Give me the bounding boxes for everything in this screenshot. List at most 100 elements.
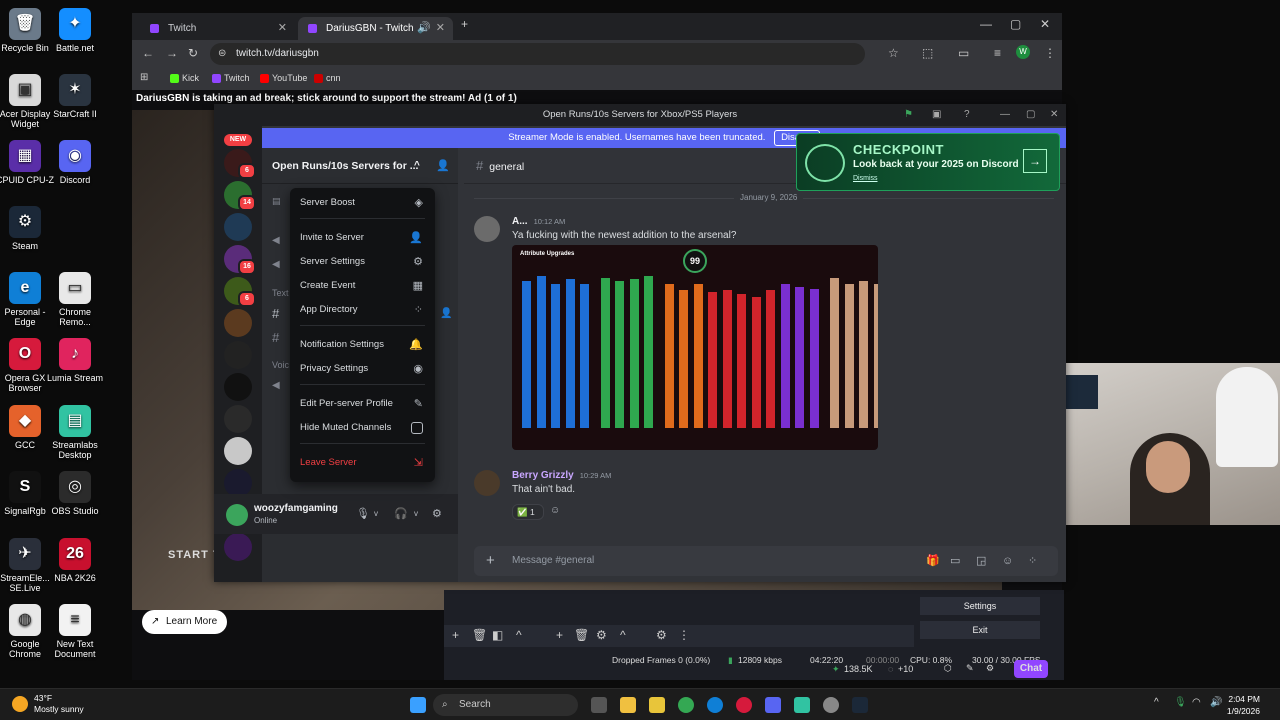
desktop-icon[interactable]: ♪ Lumia Stream (45, 338, 105, 383)
folder-icon[interactable] (649, 697, 665, 713)
extensions-icon[interactable]: ⬚ (922, 46, 933, 60)
close-tab-icon[interactable]: ✕ (278, 17, 287, 40)
desktop-icon[interactable]: ⚙ Steam (0, 206, 55, 251)
task-view-icon[interactable] (591, 697, 607, 713)
menu-item-invite-to-server[interactable]: Invite to Server 👤 (296, 227, 429, 249)
add-person-icon[interactable]: 👤 (440, 308, 452, 319)
avatar[interactable] (474, 470, 500, 496)
close-tab-icon[interactable]: ✕ (436, 17, 445, 40)
start-windows-icon[interactable] (410, 697, 426, 713)
checkpoint-popup[interactable]: CHECKPOINT Look back at your 2025 on Dis… (796, 133, 1060, 191)
server-header[interactable]: Open Runs/10s Servers for ... ^ 👤 (262, 148, 458, 184)
bookmark-cnn[interactable]: cnn (314, 73, 341, 83)
chat-button[interactable]: Chat (1014, 660, 1048, 678)
server-icon[interactable] (224, 533, 252, 561)
new-tab-button[interactable]: + (461, 17, 468, 31)
desktop-icon[interactable]: ≡ New Text Document (45, 604, 105, 659)
help-icon[interactable]: ? (964, 104, 970, 126)
menu-item-hide-muted-channels[interactable]: Hide Muted Channels (296, 417, 429, 439)
forward-icon[interactable]: → (166, 46, 178, 60)
menu-item-notification-settings[interactable]: Notification Settings 🔔 (296, 334, 429, 356)
pencil-icon[interactable]: ✎ (966, 663, 974, 674)
profile-avatar[interactable]: W (1016, 45, 1030, 59)
bookmark-kick[interactable]: Kick (170, 73, 199, 83)
avatar[interactable] (226, 504, 248, 526)
emoji-icon[interactable]: ☺ (1002, 546, 1013, 576)
server-icon[interactable]: 6 (224, 277, 256, 307)
desktop-icon[interactable]: ✦ Battle.net (45, 8, 105, 53)
plus-icon[interactable]: + (486, 546, 495, 576)
menu-kebab-icon[interactable]: ⋮ (678, 628, 690, 642)
gear-icon[interactable]: ⚙ (596, 628, 607, 642)
dismiss-link[interactable]: Dismiss (853, 175, 878, 182)
up-icon[interactable]: ^ (516, 628, 522, 642)
maximize-icon[interactable]: ▢ (1026, 104, 1035, 126)
speaker-icon[interactable]: ◀ (272, 259, 280, 270)
steam-icon[interactable] (852, 697, 868, 713)
desktop-icon[interactable]: ◉ Discord (45, 140, 105, 185)
menu-item-server-settings[interactable]: Server Settings ⚙ (296, 251, 429, 273)
server-icon[interactable]: 16 (224, 245, 256, 275)
apps-icon[interactable]: ⁘ (1028, 546, 1037, 576)
avatar[interactable] (474, 216, 500, 242)
server-icon[interactable] (224, 341, 252, 369)
chevron-up-icon[interactable]: ^ (1154, 697, 1159, 708)
message-author[interactable]: Berry Grizzly 10:29 AM (512, 470, 611, 481)
server-icon[interactable] (224, 437, 252, 465)
menu-item-privacy-settings[interactable]: Privacy Settings ◉ (296, 358, 429, 380)
filter-icon[interactable]: ◧ (492, 628, 503, 642)
media-icon[interactable]: ≡ (994, 46, 1001, 60)
add-reaction-icon[interactable]: ☺ (550, 505, 560, 516)
edge-icon[interactable] (707, 697, 723, 713)
chevron-up-icon[interactable]: ^ (414, 148, 420, 184)
headset-icon[interactable]: 🎧 (394, 507, 408, 520)
mixer-icon[interactable]: ⚙ (656, 628, 667, 642)
site-info-icon[interactable]: ⊜ (218, 43, 226, 65)
add-icon[interactable]: + (452, 628, 459, 642)
learn-more-button[interactable]: ↗ Learn More (142, 610, 228, 634)
microphone-icon[interactable]: 🎙 (1174, 697, 1187, 708)
desktop-icon[interactable]: ✶ StarCraft II (45, 74, 105, 119)
trash-icon[interactable]: 🗑 (574, 628, 589, 642)
weather-widget[interactable]: 43°F Mostly sunny (12, 693, 84, 715)
gear-icon[interactable]: ⚙ (432, 507, 442, 520)
flag-icon[interactable]: ⚑ (904, 104, 913, 126)
menu-item-app-directory[interactable]: App Directory ⁘ (296, 299, 429, 321)
chrome-icon[interactable] (678, 697, 694, 713)
server-icon[interactable] (224, 469, 252, 497)
desktop-icon[interactable]: 26 NBA 2K26 (45, 538, 105, 583)
gear-icon[interactable]: ⚙ (986, 663, 994, 674)
message-composer[interactable]: + Message #general 🎁 ▭ ◲ ☺ ⁘ (474, 546, 1058, 576)
tab-dariusgbn[interactable]: DariusGBN - Twitch 🔊 ✕ (298, 17, 453, 40)
server-icon[interactable]: 6 (224, 149, 256, 179)
microphone-icon[interactable]: 🎙 (356, 507, 370, 520)
back-icon[interactable]: ← (142, 46, 154, 60)
speaker-icon[interactable]: ◀ (272, 235, 280, 246)
minimize-icon[interactable]: — (980, 17, 992, 31)
server-icon[interactable] (224, 373, 252, 401)
streamlabs-icon[interactable] (794, 697, 810, 713)
desktop-icon[interactable]: ◎ OBS Studio (45, 471, 105, 516)
app-icon[interactable] (823, 697, 839, 713)
apps-grid-icon[interactable]: ⊞ (140, 72, 148, 83)
menu-item-create-event[interactable]: Create Event ▦ (296, 275, 429, 297)
gif-icon[interactable]: ▭ (950, 546, 960, 576)
bookmark-star-icon[interactable]: ☆ (888, 46, 899, 60)
discord-icon[interactable] (765, 697, 781, 713)
badge-icon[interactable]: ⬡ (944, 663, 952, 674)
add-icon[interactable]: + (556, 628, 563, 642)
add-person-icon[interactable]: 👤 (436, 148, 450, 184)
server-icon[interactable] (224, 309, 252, 337)
desktop-icon[interactable]: ▤ Streamlabs Desktop (45, 405, 105, 460)
bookmark-youtube[interactable]: YouTube (260, 73, 307, 83)
reload-icon[interactable]: ↻ (188, 46, 198, 60)
speaker-icon[interactable]: 🔊 (417, 17, 431, 40)
menu-item-server-boost[interactable]: Server Boost ◈ (296, 192, 429, 214)
inbox-icon[interactable]: ▣ (932, 104, 941, 126)
address-bar[interactable]: ⊜ twitch.tv/dariusgbn (210, 43, 865, 65)
obs-exit-button[interactable]: Exit (920, 621, 1040, 639)
opera-gx-icon[interactable] (736, 697, 752, 713)
close-window-icon[interactable]: ✕ (1040, 17, 1050, 31)
taskbar-search[interactable]: ⌕ Search (433, 694, 578, 716)
trash-icon[interactable]: 🗑 (472, 628, 487, 642)
